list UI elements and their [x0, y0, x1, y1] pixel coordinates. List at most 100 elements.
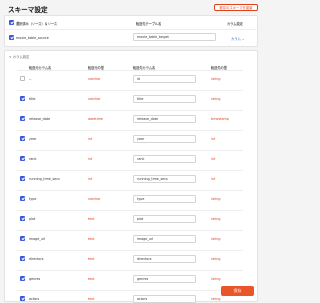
- column-row: running_time_secs int running_time_secs int: [5, 170, 243, 183]
- column-checkbox[interactable]: [20, 236, 25, 241]
- source-type: text: [88, 277, 95, 281]
- source-type: text: [88, 257, 95, 261]
- divider: [5, 29, 259, 30]
- source-type: varchar: [88, 97, 101, 101]
- column-row: rank int rank int: [5, 150, 243, 163]
- row-divider: [17, 250, 243, 251]
- column-checkbox[interactable]: [20, 96, 25, 101]
- row-divider: [17, 110, 243, 111]
- source-column-name: type: [29, 197, 37, 201]
- column-row: plot text plot string: [5, 210, 243, 223]
- source-table-name: movie_table_source: [16, 36, 49, 40]
- source-column-name: image_url: [29, 237, 46, 241]
- target-type[interactable]: int: [211, 157, 215, 161]
- column-checkbox[interactable]: [20, 296, 25, 301]
- section-label: カラム設定: [12, 55, 30, 59]
- chevron-down-icon: ∨: [9, 55, 12, 59]
- column-setting-header: カラム設定: [227, 22, 243, 26]
- target-table-header: 転送先テーブル名: [136, 22, 162, 26]
- column-row: -- varchar id string: [5, 70, 243, 83]
- row-divider: [17, 290, 243, 291]
- target-type[interactable]: int: [211, 177, 215, 181]
- page-title: スキーマ設定: [8, 6, 48, 14]
- copy-existing-schema-button[interactable]: 既存のスキーマを複製: [214, 4, 258, 11]
- source-type: text: [88, 297, 95, 301]
- column-row: genres text genres string: [5, 270, 243, 283]
- target-column-input[interactable]: id: [133, 74, 196, 83]
- source-column-name: plot: [29, 217, 36, 221]
- source-type: text: [88, 237, 95, 241]
- target-column-input[interactable]: title: [133, 94, 196, 103]
- target-table-input[interactable]: movie_table_target: [133, 33, 216, 41]
- target-type[interactable]: string: [211, 297, 220, 301]
- source-type: text: [88, 217, 95, 221]
- column-checkbox[interactable]: [20, 136, 25, 141]
- row-divider: [17, 170, 243, 171]
- column-checkbox[interactable]: [20, 196, 25, 201]
- target-type[interactable]: string: [211, 237, 220, 241]
- target-type[interactable]: string: [211, 197, 220, 201]
- source-type: datetime: [88, 117, 103, 121]
- source-type: int: [88, 177, 93, 181]
- source-column-name: year: [29, 137, 37, 141]
- target-column-input[interactable]: actors: [133, 294, 196, 303]
- column-row: image_url text image_url string: [5, 230, 243, 243]
- target-column-input[interactable]: directors: [133, 254, 196, 263]
- target-column-input[interactable]: running_time_secs: [133, 174, 196, 183]
- target-type[interactable]: timestamp: [211, 117, 229, 121]
- source-header: 選択済み（ソース）＆ソース: [16, 22, 58, 26]
- source-column-name: directors: [29, 257, 44, 261]
- row-divider: [17, 70, 243, 71]
- target-column-input[interactable]: image_url: [133, 234, 196, 243]
- section-collapse[interactable]: ∨ カラム設定: [9, 54, 29, 59]
- source-column-name: title: [29, 97, 36, 101]
- target-type[interactable]: string: [211, 257, 220, 261]
- column-checkbox[interactable]: [20, 216, 25, 221]
- source-column-name: release_date: [29, 117, 51, 121]
- row-divider: [17, 230, 243, 231]
- row-divider: [17, 90, 243, 91]
- title-bar: スキーマ設定 既存のスキーマを複製: [0, 0, 262, 14]
- column-row: year int year int: [5, 130, 243, 143]
- column-row: actors text actors string: [5, 290, 243, 303]
- target-column-input[interactable]: plot: [133, 214, 196, 223]
- column-setting-link-label: カラム: [231, 37, 241, 41]
- row-divider: [17, 190, 243, 191]
- column-row: release_date datetime release_date timestam…: [5, 110, 243, 123]
- target-type[interactable]: string: [211, 277, 220, 281]
- source-type: int: [88, 157, 93, 161]
- source-type: int: [88, 137, 93, 141]
- source-column-name: running_time_secs: [29, 177, 60, 181]
- source-column-name: genres: [29, 277, 41, 281]
- column-setting-link[interactable]: カラム ⌄: [231, 36, 245, 41]
- target-type[interactable]: int: [211, 137, 215, 141]
- select-all-checkbox[interactable]: [9, 20, 14, 25]
- source-column-name: rank: [29, 157, 37, 161]
- column-row: directors text directors string: [5, 250, 243, 263]
- column-checkbox[interactable]: [20, 116, 25, 121]
- target-column-input[interactable]: rank: [133, 154, 196, 163]
- column-checkbox[interactable]: [20, 156, 25, 161]
- column-checkbox[interactable]: [20, 176, 25, 181]
- save-button[interactable]: 保存: [221, 286, 254, 296]
- source-type: varchar: [88, 77, 101, 81]
- column-row: type varchar type string: [5, 190, 243, 203]
- target-column-input[interactable]: genres: [133, 274, 196, 283]
- column-checkbox[interactable]: [20, 76, 25, 81]
- target-column-input[interactable]: year: [133, 134, 196, 143]
- row-divider: [17, 210, 243, 211]
- target-column-input[interactable]: release_date: [133, 114, 196, 123]
- target-column-input[interactable]: type: [133, 194, 196, 203]
- row-divider: [17, 130, 243, 131]
- table-checkbox[interactable]: [9, 35, 14, 40]
- column-checkbox[interactable]: [20, 256, 25, 261]
- target-type[interactable]: string: [211, 77, 220, 81]
- target-type[interactable]: string: [211, 97, 220, 101]
- source-column-name: --: [29, 77, 32, 81]
- chevron-down-icon: ⌄: [241, 37, 245, 41]
- column-checkbox[interactable]: [20, 276, 25, 281]
- target-type[interactable]: string: [211, 217, 220, 221]
- source-type: varchar: [88, 197, 101, 201]
- table-mapping-card: 選択済み（ソース）＆ソース 転送先テーブル名 カラム設定 movie_table…: [4, 15, 259, 47]
- source-column-name: actors: [29, 297, 40, 301]
